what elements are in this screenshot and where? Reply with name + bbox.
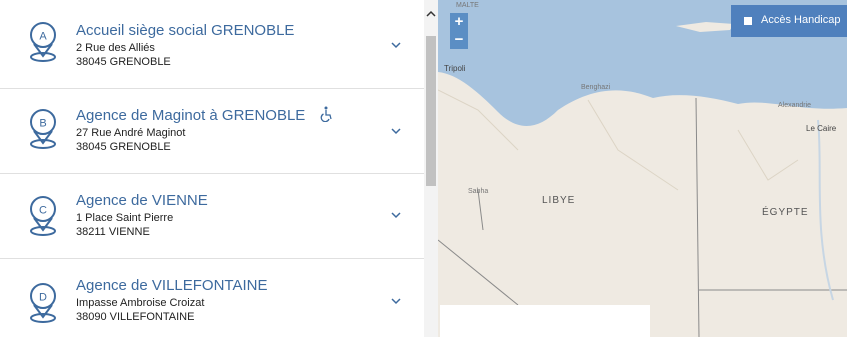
agency-title[interactable]: Agence de VILLEFONTAINE [76,277,267,294]
map-label-benghazi: Benghazi [581,84,611,91]
map-label-alexandria: Alexandrie [778,102,812,109]
zoom-in-button[interactable]: + [450,13,468,31]
map-label-tripoli: Tripoli [444,64,466,73]
accessibility-filter-label: Accès Handicap [761,14,841,26]
chevron-down-icon[interactable] [389,126,403,136]
chevron-down-icon[interactable] [389,296,403,306]
pin-letter: A [39,31,47,43]
map-pin-c-icon: C [30,196,56,236]
chevron-down-icon[interactable] [389,40,403,50]
border-line [477,189,484,231]
agency-item-b[interactable]: B Agence de Maginot à GRENOBLE 27 Rue An… [0,89,424,174]
pin-letter: C [39,205,47,217]
map-pin-a-icon: A [30,22,56,62]
map-label-libya: LIBYE [542,195,576,206]
chevron-down-icon[interactable] [389,210,403,220]
agency-city: 38090 VILLEFONTAINE [76,311,195,323]
map-view[interactable]: MALTE Tripoli Benghazi Alexandrie Le Cai… [438,0,847,337]
accessibility-filter-button[interactable]: Accès Handicap [731,5,847,37]
scroll-up-arrow-icon[interactable] [426,10,436,18]
agency-item-a[interactable]: A Accueil siège social GRENOBLE 2 Rue de… [0,0,424,89]
border-line [438,239,519,306]
road-line [587,99,679,191]
agency-street: 1 Place Saint Pierre [76,212,174,224]
checkbox-icon[interactable] [744,17,752,25]
pin-letter: B [39,118,46,130]
map-label-cairo: Le Caire [806,124,837,133]
agency-city: 38211 VIENNE [76,226,150,238]
pin-letter: D [39,292,47,304]
road-line [737,129,799,181]
agency-street: 2 Rue des Alliés [76,42,155,54]
map-label-sabha: Sabha [468,188,489,195]
agency-item-c[interactable]: C Agence de VIENNE 1 Place Saint Pierre … [0,174,424,259]
nile-river [817,119,834,301]
map-label-malta: MALTE [456,2,479,9]
agency-title[interactable]: Agence de Maginot à GRENOBLE [76,107,305,124]
agency-street: 27 Rue André Maginot [76,127,186,139]
scroll-thumb[interactable] [426,36,436,186]
map-pin-b-icon: B [30,109,56,149]
agency-title[interactable]: Agence de VIENNE [76,192,208,209]
agency-street: Impasse Ambroise Croizat [76,297,205,309]
border-line [695,97,700,337]
map-label-egypt: ÉGYPTE [762,207,809,218]
agency-city: 38045 GRENOBLE [76,56,171,68]
map-pin-d-icon: D [30,283,56,323]
agency-title[interactable]: Accueil siège social GRENOBLE [76,22,294,39]
map-canvas [438,0,847,337]
zoom-out-button[interactable]: − [450,31,468,49]
agency-city: 38045 GRENOBLE [76,141,171,153]
agency-list: A Accueil siège social GRENOBLE 2 Rue de… [0,0,424,337]
agency-item-d[interactable]: D Agence de VILLEFONTAINE Impasse Ambroi… [0,259,424,337]
wheelchair-icon [320,106,332,122]
list-scrollbar[interactable] [424,0,438,337]
map-attribution-area [440,305,650,337]
